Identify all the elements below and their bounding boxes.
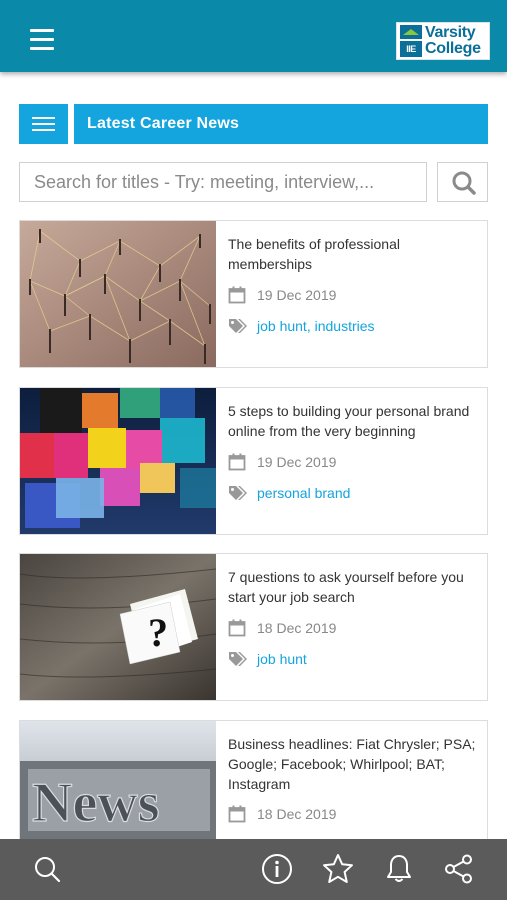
svg-text:?: ? bbox=[148, 610, 168, 655]
article-title[interactable]: Business headlines: Fiat Chrysler; PSA; … bbox=[228, 734, 480, 794]
article-thumbnail-question-cards: ? bbox=[20, 554, 216, 700]
calendar-icon bbox=[228, 286, 246, 304]
article-title[interactable]: 7 questions to ask yourself before you s… bbox=[228, 567, 480, 607]
article-thumbnail-colorful-blocks bbox=[20, 388, 216, 534]
tag-icon bbox=[229, 319, 247, 333]
bottom-navigation bbox=[0, 839, 507, 900]
article-tags[interactable]: personal brand bbox=[257, 485, 350, 501]
article-tags[interactable]: job hunt bbox=[257, 651, 307, 667]
article-date: 19 Dec 2019 bbox=[257, 287, 337, 303]
app-header: IIE Varsity College bbox=[0, 0, 507, 72]
search-icon bbox=[452, 171, 476, 195]
article-card[interactable]: 5 steps to building your personal brand … bbox=[19, 387, 488, 535]
varsity-college-logo[interactable]: IIE Varsity College bbox=[396, 22, 490, 60]
tag-icon bbox=[229, 486, 247, 500]
calendar-icon bbox=[228, 453, 246, 471]
search-icon[interactable] bbox=[31, 853, 63, 885]
article-card[interactable]: The benefits of professional memberships… bbox=[19, 220, 488, 368]
bell-icon[interactable] bbox=[383, 853, 415, 885]
share-icon[interactable] bbox=[443, 853, 475, 885]
logo-line-1: Varsity bbox=[425, 24, 476, 41]
tag-icon bbox=[229, 652, 247, 666]
info-icon[interactable] bbox=[261, 853, 293, 885]
star-icon[interactable] bbox=[322, 853, 354, 885]
article-thumbnail-pins-network bbox=[20, 221, 216, 367]
article-date: 18 Dec 2019 bbox=[257, 806, 337, 822]
article-title[interactable]: 5 steps to building your personal brand … bbox=[228, 401, 480, 441]
article-date: 19 Dec 2019 bbox=[257, 454, 337, 470]
article-card[interactable]: ? 7 questions to ask yourself before you… bbox=[19, 553, 488, 701]
category-title: Latest Career News bbox=[74, 104, 488, 144]
svg-text:News: News bbox=[32, 772, 160, 834]
search-input[interactable] bbox=[19, 162, 427, 202]
article-tags[interactable]: job hunt, industries bbox=[257, 318, 375, 334]
article-date: 18 Dec 2019 bbox=[257, 620, 337, 636]
logo-mark: IIE bbox=[400, 25, 422, 57]
category-menu-button[interactable] bbox=[19, 104, 68, 144]
menu-icon[interactable] bbox=[30, 29, 54, 51]
logo-line-2: College bbox=[425, 40, 481, 57]
calendar-icon bbox=[228, 619, 246, 637]
search-button[interactable] bbox=[437, 162, 488, 202]
calendar-icon bbox=[228, 805, 246, 823]
article-title[interactable]: The benefits of professional memberships bbox=[228, 234, 480, 274]
